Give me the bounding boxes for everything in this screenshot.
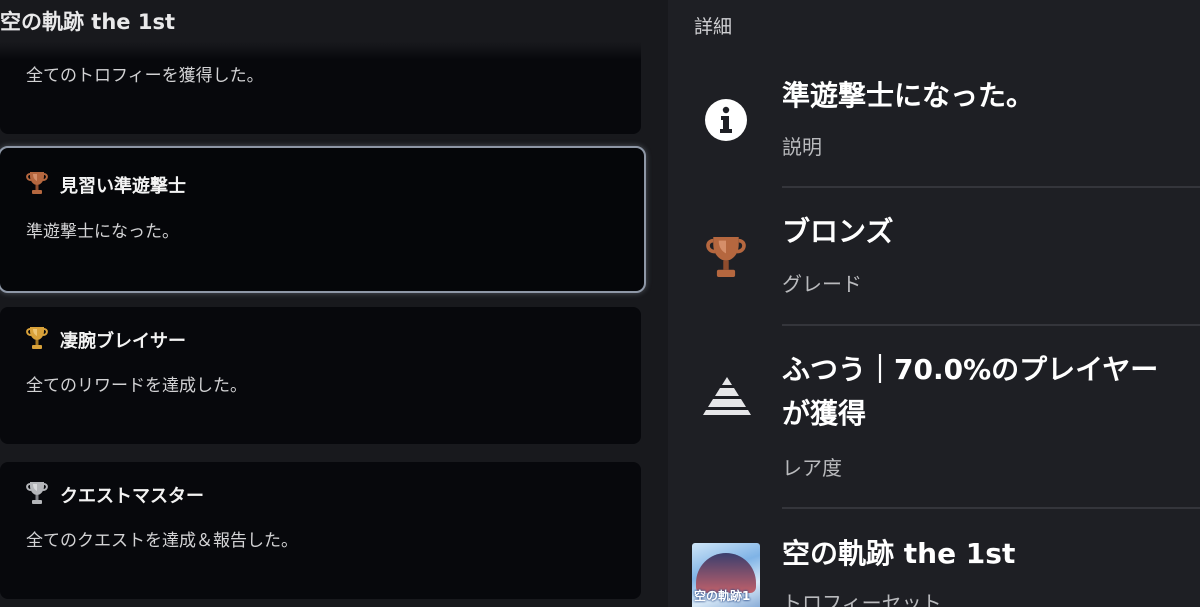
boxart-logo: 空の軌跡1 <box>694 589 751 603</box>
bronze-trophy-icon <box>706 232 746 282</box>
trophy-name: 凄腕ブレイサー <box>60 331 186 352</box>
silver-trophy-icon <box>26 480 48 510</box>
trophy-header: 見習い準遊撃士 <box>26 170 186 200</box>
divider <box>782 186 1200 188</box>
trophy-header: 凄腕ブレイサー <box>26 325 186 355</box>
rarity-label: レア度 <box>782 456 842 480</box>
trophy-screen: 全てのトロフィーを獲得した。 見習い準遊撃士 準遊撃士になった。 凄腕ブレイサー… <box>0 0 1200 607</box>
divider <box>782 324 1200 326</box>
details-panel: 詳細 準遊撃士になった。 説明 ブロンズ グレード ふつう｜70.0%のプレイヤ… <box>668 0 1200 607</box>
details-title: 詳細 <box>694 16 733 38</box>
trophy-name: クエストマスター <box>60 486 204 507</box>
trophy-set-value: 空の軌跡 the 1st <box>782 537 1016 570</box>
trophy-set-label: トロフィーセット <box>782 591 942 607</box>
trophy-card-silver[interactable]: クエストマスター 全てのクエストを達成＆報告した。 <box>0 462 641 599</box>
trophy-list-panel: 全てのトロフィーを獲得した。 見習い準遊撃士 準遊撃士になった。 凄腕ブレイサー… <box>0 0 668 607</box>
description-label: 説明 <box>782 135 822 159</box>
bronze-trophy-icon <box>26 170 48 200</box>
game-title: 空の軌跡 the 1st <box>0 10 176 34</box>
grade-value: ブロンズ <box>782 215 894 248</box>
rarity-value: ふつう｜70.0%のプレイヤーが獲得 <box>782 353 1159 430</box>
trophy-description: 全てのトロフィーを獲得した。 <box>26 66 264 86</box>
trophy-card-selected[interactable]: 見習い準遊撃士 準遊撃士になった。 <box>0 146 646 293</box>
rarity-pyramid-icon <box>702 375 752 417</box>
gold-trophy-icon <box>26 325 48 355</box>
info-icon <box>704 98 748 142</box>
game-boxart: 空の軌跡1 <box>692 543 760 607</box>
divider <box>782 507 1200 509</box>
trophy-card-gold[interactable]: 凄腕ブレイサー 全てのリワードを達成した。 <box>0 307 641 444</box>
trophy-description: 全てのクエストを達成＆報告した。 <box>26 531 298 551</box>
trophy-header: クエストマスター <box>26 480 204 510</box>
trophy-description: 準遊撃士になった。 <box>26 222 179 242</box>
trophy-description: 全てのリワードを達成した。 <box>26 376 247 396</box>
trophy-name: 見習い準遊撃士 <box>60 176 186 197</box>
grade-label: グレード <box>782 272 862 296</box>
description-value: 準遊撃士になった。 <box>782 79 1035 112</box>
